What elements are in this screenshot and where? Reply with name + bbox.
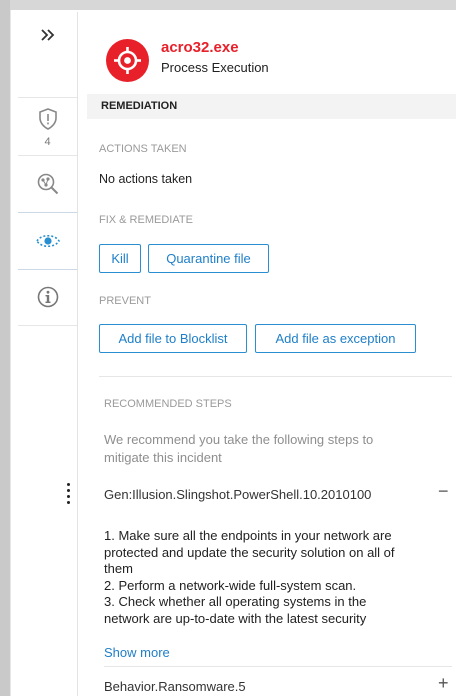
eye-icon [35, 234, 60, 248]
expand-panel-button[interactable] [18, 12, 77, 98]
threat-row-name[interactable]: Gen:Illusion.Slingshot.PowerShell.10.201… [104, 487, 371, 502]
rail-item-info[interactable] [18, 269, 77, 326]
actions-taken-value: No actions taken [99, 172, 193, 186]
recommended-intro-line-2: mitigate this incident [104, 450, 222, 465]
rail-item-investigate[interactable] [18, 156, 77, 213]
process-name: acro32.exe [161, 39, 239, 56]
expand-threat-button[interactable]: + [438, 673, 449, 694]
drag-handle-icon[interactable] [67, 483, 71, 507]
double-chevron-right-icon [40, 29, 54, 41]
threat-row-name-2[interactable]: Behavior.Ransomware.5 [104, 679, 246, 694]
info-icon [37, 286, 58, 308]
remediation-section-title: REMEDIATION [101, 100, 178, 112]
target-icon [114, 47, 141, 74]
recommended-intro-line-1: We recommend you take the following step… [104, 432, 374, 447]
step-line: 3. Check whether all operating systems i… [104, 594, 367, 609]
kill-button[interactable]: Kill [99, 244, 141, 273]
add-as-exception-button[interactable]: Add file as exception [255, 324, 416, 353]
add-to-blocklist-button[interactable]: Add file to Blocklist [99, 324, 247, 353]
side-rail: 4 [18, 12, 78, 696]
rail-item-remediation[interactable] [18, 212, 77, 270]
remediation-section-header: REMEDIATION [87, 94, 456, 119]
search-process-icon [37, 173, 58, 195]
collapse-threat-button[interactable]: − [438, 481, 449, 502]
process-type: Process Execution [161, 60, 269, 75]
window-left-border [0, 0, 10, 696]
threat-divider [104, 666, 452, 667]
step-line: protected and update the security soluti… [104, 544, 395, 560]
step-line: 2. Perform a network-wide full-system sc… [104, 577, 357, 593]
fix-remediate-label: FIX & REMEDIATE [99, 214, 193, 226]
shield-icon [38, 108, 57, 130]
step-line: 1. Make sure all the endpoints in your n… [104, 528, 392, 543]
step-line: network are up-to-date with the latest s… [104, 610, 367, 626]
quarantine-file-button[interactable]: Quarantine file [148, 244, 269, 273]
window-top-border [0, 0, 456, 10]
prevent-label: PREVENT [99, 295, 151, 307]
details-panel: acro32.exe Process Execution REMEDIATION… [78, 12, 456, 696]
process-icon-badge [106, 39, 149, 82]
threat-steps: 1. Make sure all the endpoints in your n… [104, 528, 444, 627]
show-more-link[interactable]: Show more [104, 645, 170, 660]
window-left-inner-border [10, 10, 11, 696]
recommended-intro: We recommend you take the following step… [104, 431, 434, 467]
incidents-count-badge: 4 [44, 136, 51, 148]
actions-taken-label: ACTIONS TAKEN [99, 143, 187, 155]
recommended-steps-label: RECOMMENDED STEPS [104, 398, 232, 410]
step-line: them [104, 561, 133, 576]
section-divider [99, 376, 452, 377]
